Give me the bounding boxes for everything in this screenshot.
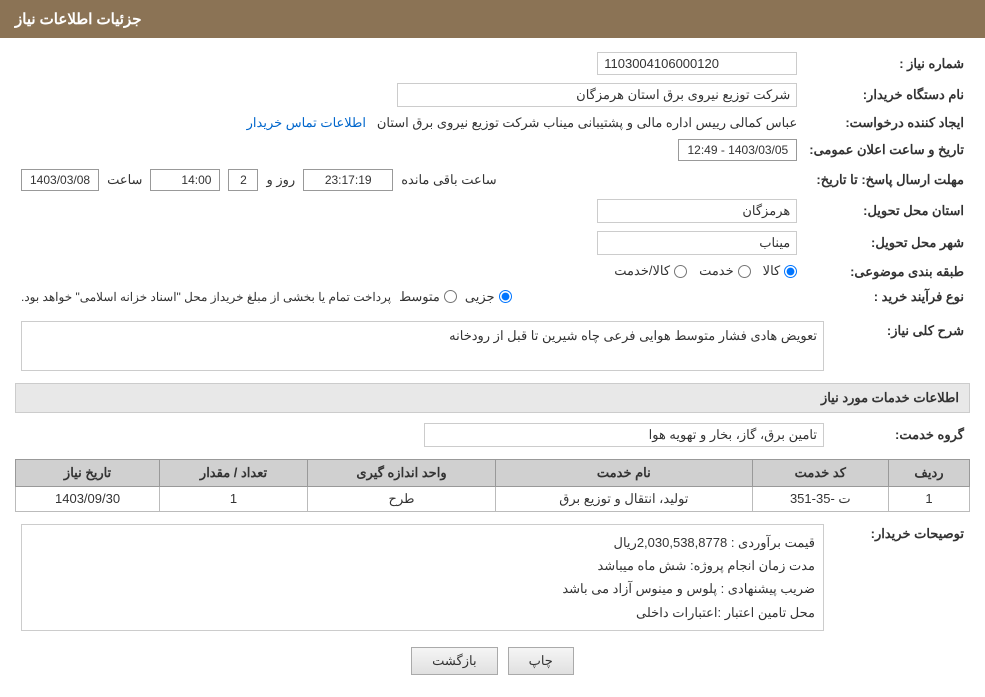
cell-quantity: 1 — [160, 486, 308, 511]
cell-service_name: تولید، انتقال و توزیع برق — [496, 486, 753, 511]
creator-value: عباس کمالی رییس اداره مالی و پشتیبانی می… — [15, 111, 803, 135]
need-number-value: 1103004106000120 — [15, 48, 803, 79]
remaining-label: ساعت باقی مانده — [401, 172, 496, 188]
contact-link[interactable]: اطلاعات تماس خریدار — [247, 115, 366, 130]
buyer-name-value: شرکت توزیع نیروی برق استان هرمزگان — [15, 79, 803, 111]
service-group-label: گروه خدمت: — [830, 419, 970, 451]
cell-unit: طرح — [307, 486, 495, 511]
col-header-quantity: تعداد / مقدار — [160, 459, 308, 486]
time-remaining-value: 23:17:19 — [303, 169, 393, 191]
main-info-table: شماره نیاز : 1103004106000120 نام دستگاه… — [15, 48, 970, 309]
creator-text: عباس کمالی رییس اداره مالی و پشتیبانی می… — [377, 115, 797, 130]
table-row: 1ت -35-351تولید، انتقال و توزیع برقطرح11… — [16, 486, 970, 511]
need-description-value: تعویض هادی فشار متوسط هوایی فرعی چاه شیر… — [21, 321, 824, 371]
category-radio-kala[interactable]: کالا — [763, 263, 798, 279]
print-button[interactable]: چاپ — [508, 647, 574, 675]
buttons-row: چاپ بازگشت — [15, 647, 970, 675]
process-radio-jozii-label: جزیی — [465, 289, 495, 305]
services-table-section: ردیف کد خدمت نام خدمت واحد اندازه گیری ت… — [15, 459, 970, 512]
category-radio-kala-khedmat-label: کالا/خدمت — [614, 263, 670, 279]
buyer-desc-label: توصیحات خریدار: — [830, 520, 970, 636]
category-radio-kala-khedmat-input[interactable] — [674, 265, 687, 278]
province-label: استان محل تحویل: — [803, 195, 970, 227]
category-radio-group: کالا/خدمت خدمت کالا — [614, 263, 797, 279]
process-radio-motavasset-label: متوسط — [399, 289, 440, 305]
category-radio-kala-input[interactable] — [784, 265, 797, 278]
buyer-name-input: شرکت توزیع نیروی برق استان هرمزگان — [397, 83, 797, 107]
service-group-value: تامین برق، گاز، بخار و تهویه هوا — [424, 423, 824, 447]
city-value: میناب — [597, 231, 797, 255]
col-header-service-name: نام خدمت — [496, 459, 753, 486]
col-header-service-code: کد خدمت — [752, 459, 888, 486]
buyer-desc-line: قیمت برآوردی : 2,030,538,8778ریال — [30, 531, 815, 554]
col-header-date: تاریخ نیاز — [16, 459, 160, 486]
page-header: جزئیات اطلاعات نیاز — [0, 0, 985, 38]
category-radio-khedmat[interactable]: خدمت — [699, 263, 751, 279]
services-section-header: اطلاعات خدمات مورد نیاز — [15, 383, 970, 413]
announce-datetime-label: تاریخ و ساعت اعلان عمومی: — [803, 135, 970, 165]
cell-row_num: 1 — [888, 486, 969, 511]
send-date-label: مهلت ارسال پاسخ: تا تاریخ: — [803, 165, 970, 195]
category-label: طبقه بندی موضوعی: — [803, 259, 970, 285]
need-number-input: 1103004106000120 — [597, 52, 797, 75]
need-number-label: شماره نیاز : — [803, 48, 970, 79]
buyer-desc-line: ضریب پیشنهادی : پلوس و مینوس آزاد می باش… — [30, 577, 815, 600]
process-radio-jozii-input[interactable] — [499, 290, 512, 303]
time-label: ساعت — [107, 172, 142, 188]
city-label: شهر محل تحویل: — [803, 227, 970, 259]
category-radio-khedmat-input[interactable] — [738, 265, 751, 278]
cell-date: 1403/09/30 — [16, 486, 160, 511]
province-value: هرمزگان — [597, 199, 797, 223]
category-radio-kala-label: کالا — [763, 263, 781, 279]
need-desc-label: شرح کلی نیاز: — [830, 317, 970, 375]
services-table: ردیف کد خدمت نام خدمت واحد اندازه گیری ت… — [15, 459, 970, 512]
buyer-name-label: نام دستگاه خریدار: — [803, 79, 970, 111]
announce-datetime-value: 1403/03/05 - 12:49 — [678, 139, 797, 161]
service-group-table: گروه خدمت: تامین برق، گاز، بخار و تهویه … — [15, 419, 970, 451]
days-value: 2 — [228, 169, 258, 191]
back-button[interactable]: بازگشت — [411, 647, 497, 675]
process-note: پرداخت تمام یا بخشی از مبلغ خریداز محل "… — [21, 290, 391, 304]
days-label: روز و — [266, 172, 295, 188]
send-date-value: 1403/03/08 — [21, 169, 99, 191]
creator-label: ایجاد کننده درخواست: — [803, 111, 970, 135]
category-radio-khedmat-label: خدمت — [699, 263, 734, 279]
cell-service_code: ت -35-351 — [752, 486, 888, 511]
buyer-desc-table: توصیحات خریدار: قیمت برآوردی : 2,030,538… — [15, 520, 970, 636]
buyer-desc-line: محل تامین اعتبار :اعتبارات داخلی — [30, 601, 815, 624]
need-desc-table: شرح کلی نیاز: تعویض هادی فشار متوسط هوای… — [15, 317, 970, 375]
process-radio-jozii[interactable]: جزیی — [465, 289, 512, 305]
col-header-row-num: ردیف — [888, 459, 969, 486]
process-label: نوع فرآیند خرید : — [803, 285, 970, 309]
buyer-desc-line: مدت زمان انجام پروژه: شش ماه میباشد — [30, 554, 815, 577]
category-radio-kala-khedmat[interactable]: کالا/خدمت — [614, 263, 687, 279]
process-radio-motavasset-input[interactable] — [444, 290, 457, 303]
process-radio-motavasset[interactable]: متوسط — [399, 289, 457, 305]
page-title: جزئیات اطلاعات نیاز — [15, 11, 142, 28]
buyer-desc-content: قیمت برآوردی : 2,030,538,8778ریالمدت زما… — [21, 524, 824, 632]
send-time-value: 14:00 — [150, 169, 220, 191]
col-header-unit: واحد اندازه گیری — [307, 459, 495, 486]
